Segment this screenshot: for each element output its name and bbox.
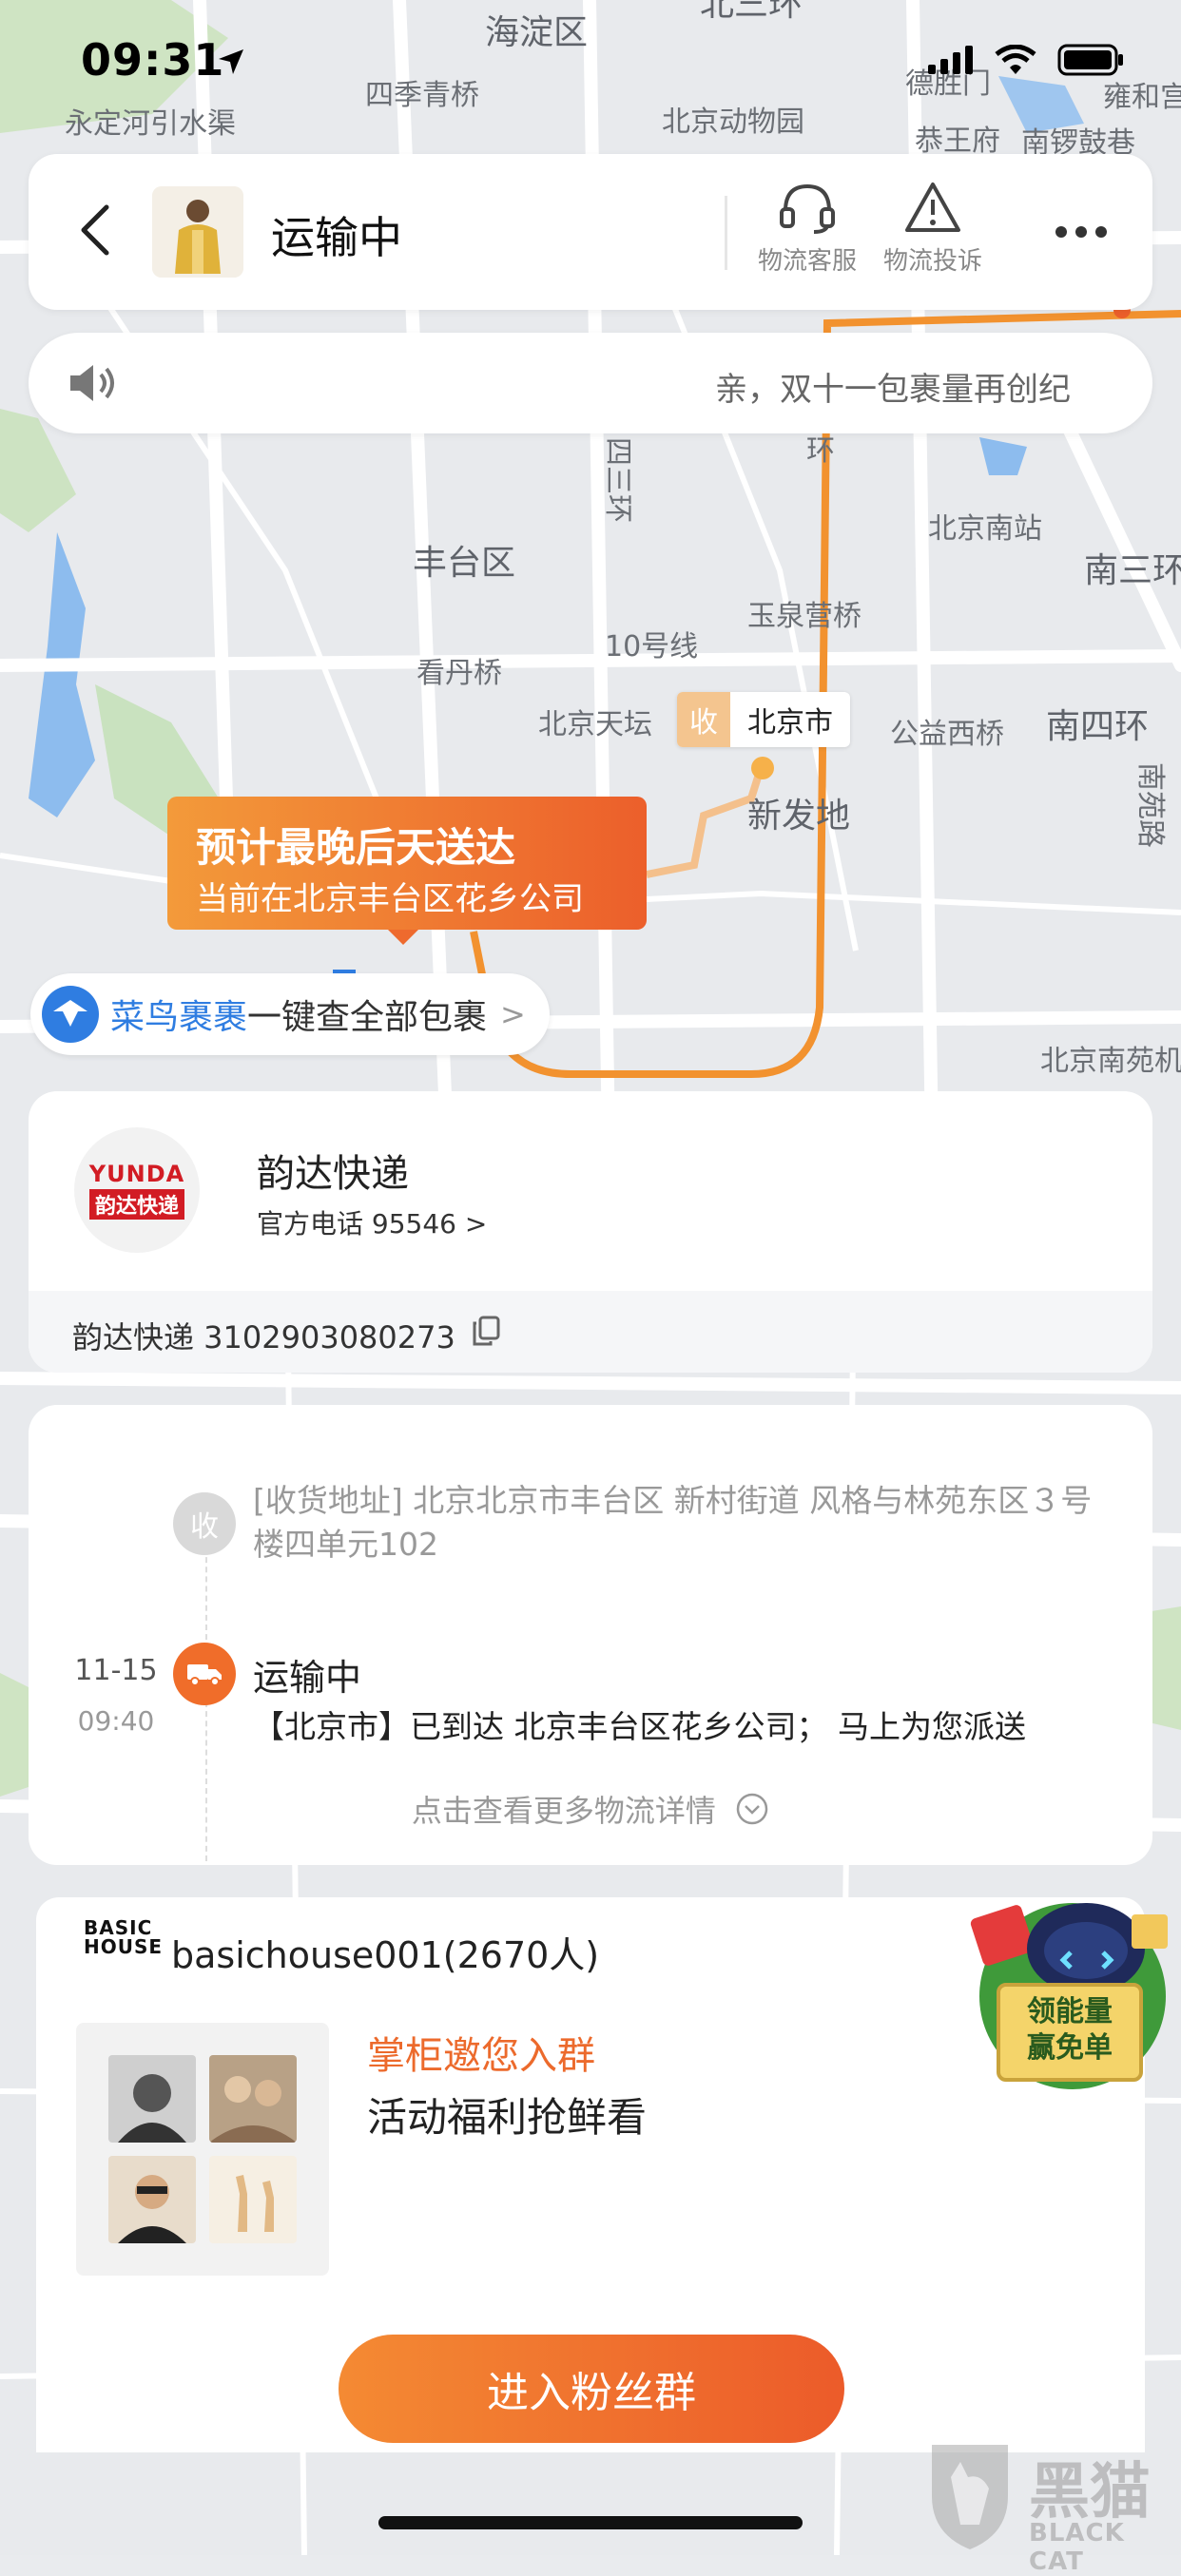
cainiao-brand: 菜鸟裹裹 bbox=[110, 998, 248, 1037]
promo-line: 领能量 bbox=[1027, 1995, 1113, 2028]
cat-shield-logo bbox=[932, 2445, 1008, 2549]
event-time: 09:40 bbox=[77, 1705, 155, 1737]
more-details-label: 点击查看更多物流详情 bbox=[411, 1793, 716, 1829]
logistics-timeline-card: 收 [收货地址] 北京北京市丰台区 新村街道 风格与林苑东区３号楼四单元102 … bbox=[29, 1405, 1152, 1865]
map-label: 北京天坛 bbox=[538, 708, 652, 741]
receiver-address: [收货地址] 北京北京市丰台区 新村街道 风格与林苑东区３号楼四单元102 bbox=[253, 1482, 1093, 1563]
shop-logo: BASIC HOUSE bbox=[84, 1918, 163, 1956]
more-details-link[interactable]: 点击查看更多物流详情 bbox=[29, 1787, 1152, 1834]
promo-text: 领能量 赢免单 bbox=[1002, 1994, 1137, 2067]
tracking-row: 韵达快递 3102903080273 bbox=[29, 1291, 1152, 1373]
yunda-logo-cn: 韵达快递 bbox=[88, 1189, 184, 1220]
notice-text: 亲，双十一包裹量再创纪 bbox=[715, 371, 1071, 409]
avatar bbox=[209, 2055, 297, 2143]
receive-badge: 收 bbox=[677, 692, 730, 747]
group-invite-text: 掌柜邀您入群 bbox=[367, 2034, 595, 2078]
notice-bar[interactable]: 亲，双十一包裹量再创纪 bbox=[29, 333, 1152, 433]
watermark-cn: 黑猫 bbox=[1029, 2457, 1151, 2528]
page-title: 运输中 bbox=[271, 212, 402, 263]
logistics-service-button[interactable]: 物流客服 bbox=[745, 181, 869, 277]
map-label: 公益西桥 bbox=[890, 718, 1004, 751]
map-label: 南四环 bbox=[1046, 707, 1149, 746]
eta-bubble: 预计最晚后天送达 当前在北京丰台区花乡公司 bbox=[167, 797, 647, 945]
wifi-icon bbox=[995, 44, 1036, 79]
signal-icon bbox=[928, 46, 974, 78]
cainiao-logo-icon bbox=[42, 986, 99, 1043]
group-avatars bbox=[76, 2023, 329, 2276]
join-fan-group-button[interactable]: 进入粉丝群 bbox=[339, 2335, 844, 2443]
truck-icon bbox=[173, 1643, 236, 1705]
map-label: 环 bbox=[806, 434, 835, 468]
watermark-en: BLACK CAT bbox=[1029, 2519, 1125, 2576]
location-arrow-icon bbox=[217, 48, 245, 80]
avatar bbox=[209, 2156, 297, 2243]
watermark: 黑猫 BLACK CAT bbox=[922, 2439, 1170, 2576]
eta-title: 预计最晚后天送达 bbox=[196, 824, 516, 871]
map-label: 新发地 bbox=[747, 797, 850, 836]
map-label: 南苑路 bbox=[1133, 762, 1167, 848]
promo-line: 赢免单 bbox=[1027, 2031, 1113, 2065]
shop-logo-line: HOUSE bbox=[84, 1935, 164, 1958]
logistics-service-label: 物流客服 bbox=[757, 247, 857, 276]
shop-name: basichouse001(2670人) bbox=[171, 1934, 600, 1976]
courier-phone-link[interactable]: 官方电话 95546 > bbox=[257, 1203, 487, 1241]
logistics-complaint-button[interactable]: 物流投诉 bbox=[871, 181, 995, 277]
copy-icon[interactable] bbox=[472, 1316, 500, 1350]
back-button[interactable] bbox=[67, 202, 124, 262]
destination-dot bbox=[751, 757, 774, 779]
event-title: 运输中 bbox=[253, 1657, 362, 1699]
yunda-logo: YUNDA 韵达快递 bbox=[74, 1127, 200, 1253]
headset-icon bbox=[778, 183, 837, 238]
battery-icon bbox=[1057, 44, 1124, 80]
courier-card: YUNDA 韵达快递 韵达快递 官方电话 95546 > 韵达快递 310290… bbox=[29, 1091, 1152, 1373]
more-button[interactable] bbox=[1048, 209, 1114, 257]
top-nav-bar: 运输中 物流客服 物流投诉 bbox=[29, 154, 1152, 310]
logistics-complaint-label: 物流投诉 bbox=[882, 247, 982, 276]
chevron-left-icon bbox=[78, 203, 112, 260]
status-bar: 09:31 bbox=[0, 0, 1181, 133]
shop-logo-line: BASIC bbox=[84, 1916, 153, 1939]
destination-label: 北京市 bbox=[747, 706, 833, 740]
status-time: 09:31 bbox=[81, 34, 225, 86]
promo-badge[interactable]: 领能量 赢免单 bbox=[960, 1873, 1181, 2093]
tracking-number: 韵达快递 3102903080273 bbox=[72, 1319, 455, 1355]
map-label: 丰台区 bbox=[413, 544, 515, 583]
event-date: 11-15 bbox=[74, 1654, 158, 1687]
more-icon bbox=[1055, 224, 1108, 242]
chevron-down-circle-icon bbox=[735, 1792, 769, 1834]
receive-node-icon: 收 bbox=[173, 1492, 236, 1555]
map-label: 南三环 bbox=[1084, 551, 1181, 590]
group-benefit-text: 活动福利抢鲜看 bbox=[367, 2094, 648, 2141]
map-label: 10号线 bbox=[605, 630, 698, 663]
home-indicator bbox=[378, 2516, 803, 2529]
speaker-icon bbox=[67, 361, 120, 409]
map-label: 四三环 bbox=[601, 437, 634, 523]
warning-icon bbox=[903, 183, 962, 238]
event-description: 【北京市】已到达 北京丰台区花乡公司； 马上为您派送 bbox=[253, 1708, 1026, 1745]
map-label: 北京南站 bbox=[928, 512, 1042, 546]
chevron-right-icon: > bbox=[500, 996, 526, 1032]
eta-current-location: 当前在北京丰台区花乡公司 bbox=[196, 880, 584, 918]
cainiao-text: 一键查全部包裹 bbox=[247, 998, 488, 1037]
yunda-logo-text: YUNDA bbox=[88, 1161, 185, 1187]
map-label: 看丹桥 bbox=[416, 657, 502, 690]
cainiao-query-button[interactable]: 菜鸟裹裹 一键查全部包裹 > bbox=[30, 973, 550, 1055]
status-icons bbox=[928, 44, 1124, 80]
avatar bbox=[108, 2156, 196, 2243]
map-label: 北京南苑机 bbox=[1040, 1045, 1181, 1078]
header-divider bbox=[725, 196, 727, 270]
map-label: 玉泉营桥 bbox=[747, 600, 862, 633]
avatar bbox=[108, 2055, 196, 2143]
eta-bubble-tail bbox=[388, 930, 418, 945]
product-thumbnail[interactable] bbox=[152, 186, 243, 278]
destination-marker[interactable]: 收 北京市 bbox=[677, 692, 850, 747]
courier-name: 韵达快递 bbox=[257, 1152, 409, 1196]
